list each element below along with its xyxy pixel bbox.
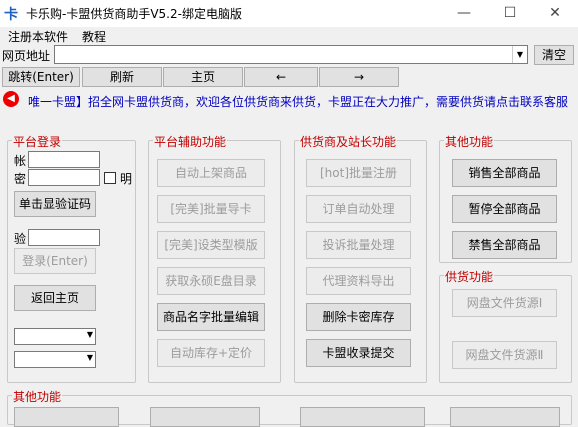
bottom-button-2[interactable] xyxy=(150,407,260,427)
window-title: 卡乐购-卡盟供货商助手V5.2-绑定电脑版 xyxy=(26,7,242,21)
password-input[interactable] xyxy=(28,169,100,186)
maximize-icon[interactable]: ☐ xyxy=(487,0,533,27)
assist-group-title: 平台辅助功能 xyxy=(153,133,228,150)
back-button[interactable]: ← xyxy=(244,67,318,87)
combo-1[interactable]: ▼ xyxy=(14,328,96,345)
captcha-button[interactable]: 单击显验证码 xyxy=(14,191,96,217)
bottom-button-1[interactable] xyxy=(14,407,119,427)
clear-button[interactable]: 清空 xyxy=(534,45,574,65)
password-label: 密 xyxy=(14,172,27,186)
supplier-group-title: 供货商及站长功能 xyxy=(299,133,398,150)
chevron-down-icon: ▼ xyxy=(86,330,93,339)
submit-index-button[interactable]: 卡盟收录提交 xyxy=(306,339,411,367)
captcha-label: 验 xyxy=(14,232,27,246)
type-template-button[interactable]: [完美]设类型模版 xyxy=(157,231,265,259)
speaker-icon: ◀ xyxy=(3,91,19,107)
chevron-down-icon: ▼ xyxy=(86,353,93,362)
bottom-button-3[interactable] xyxy=(300,407,425,427)
show-password-label: 明 xyxy=(120,172,133,186)
app-icon: 卡 xyxy=(4,7,18,23)
notice-text[interactable]: 唯一卡盟】招全网卡盟供货商，欢迎各位供货商来供货，卡盟正在大力推广，需要供货请点… xyxy=(28,93,568,110)
auto-list-button[interactable]: 自动上架商品 xyxy=(157,159,265,187)
account-label: 帐 xyxy=(14,154,27,168)
return-home-button[interactable]: 返回主页 xyxy=(14,285,96,311)
ban-all-button[interactable]: 禁售全部商品 xyxy=(452,231,557,259)
home-button[interactable]: 主页 xyxy=(163,67,243,87)
bottom-group-title: 其他功能 xyxy=(12,388,63,405)
address-label: 网页地址 xyxy=(2,49,51,63)
captcha-input[interactable] xyxy=(28,229,100,246)
batch-register-button[interactable]: [hot]批量注册 xyxy=(306,159,411,187)
address-input[interactable] xyxy=(54,45,528,64)
sell-all-button[interactable]: 销售全部商品 xyxy=(452,159,557,187)
account-input[interactable] xyxy=(28,151,100,168)
agent-export-button[interactable]: 代理资料导出 xyxy=(306,267,411,295)
close-icon[interactable]: ✕ xyxy=(532,0,578,27)
supply-group-title: 供货功能 xyxy=(444,268,495,285)
auto-stock-price-button[interactable]: 自动库存+定价 xyxy=(157,339,265,367)
combo-2[interactable]: ▼ xyxy=(14,351,96,368)
address-dropdown-icon[interactable]: ▼ xyxy=(512,46,527,63)
complaint-batch-button[interactable]: 投诉批量处理 xyxy=(306,231,411,259)
refresh-button[interactable]: 刷新 xyxy=(82,67,162,87)
batch-import-card-button[interactable]: [完美]批量导卡 xyxy=(157,195,265,223)
menu-tutorial[interactable]: 教程 xyxy=(82,28,106,45)
netdisk-source-1-button[interactable]: 网盘文件货源Ⅰ xyxy=(452,289,557,317)
delete-card-stock-button[interactable]: 删除卡密库存 xyxy=(306,303,411,331)
netdisk-source-2-button[interactable]: 网盘文件货源Ⅱ xyxy=(452,341,557,369)
show-password-checkbox[interactable] xyxy=(104,172,116,184)
menu-register[interactable]: 注册本软件 xyxy=(8,28,68,45)
get-edisk-dir-button[interactable]: 获取永硕E盘目录 xyxy=(157,267,265,295)
forward-button[interactable]: → xyxy=(319,67,399,87)
login-button[interactable]: 登录(Enter) xyxy=(14,248,96,274)
order-auto-process-button[interactable]: 订单自动处理 xyxy=(306,195,411,223)
minimize-icon[interactable]: — xyxy=(441,0,487,27)
other-group-title: 其他功能 xyxy=(444,133,495,150)
pause-all-button[interactable]: 暂停全部商品 xyxy=(452,195,557,223)
bottom-button-4[interactable] xyxy=(450,407,560,427)
jump-button[interactable]: 跳转(Enter) xyxy=(2,67,80,87)
batch-edit-names-button[interactable]: 商品名字批量编辑 xyxy=(157,303,265,331)
login-group-title: 平台登录 xyxy=(12,133,63,150)
